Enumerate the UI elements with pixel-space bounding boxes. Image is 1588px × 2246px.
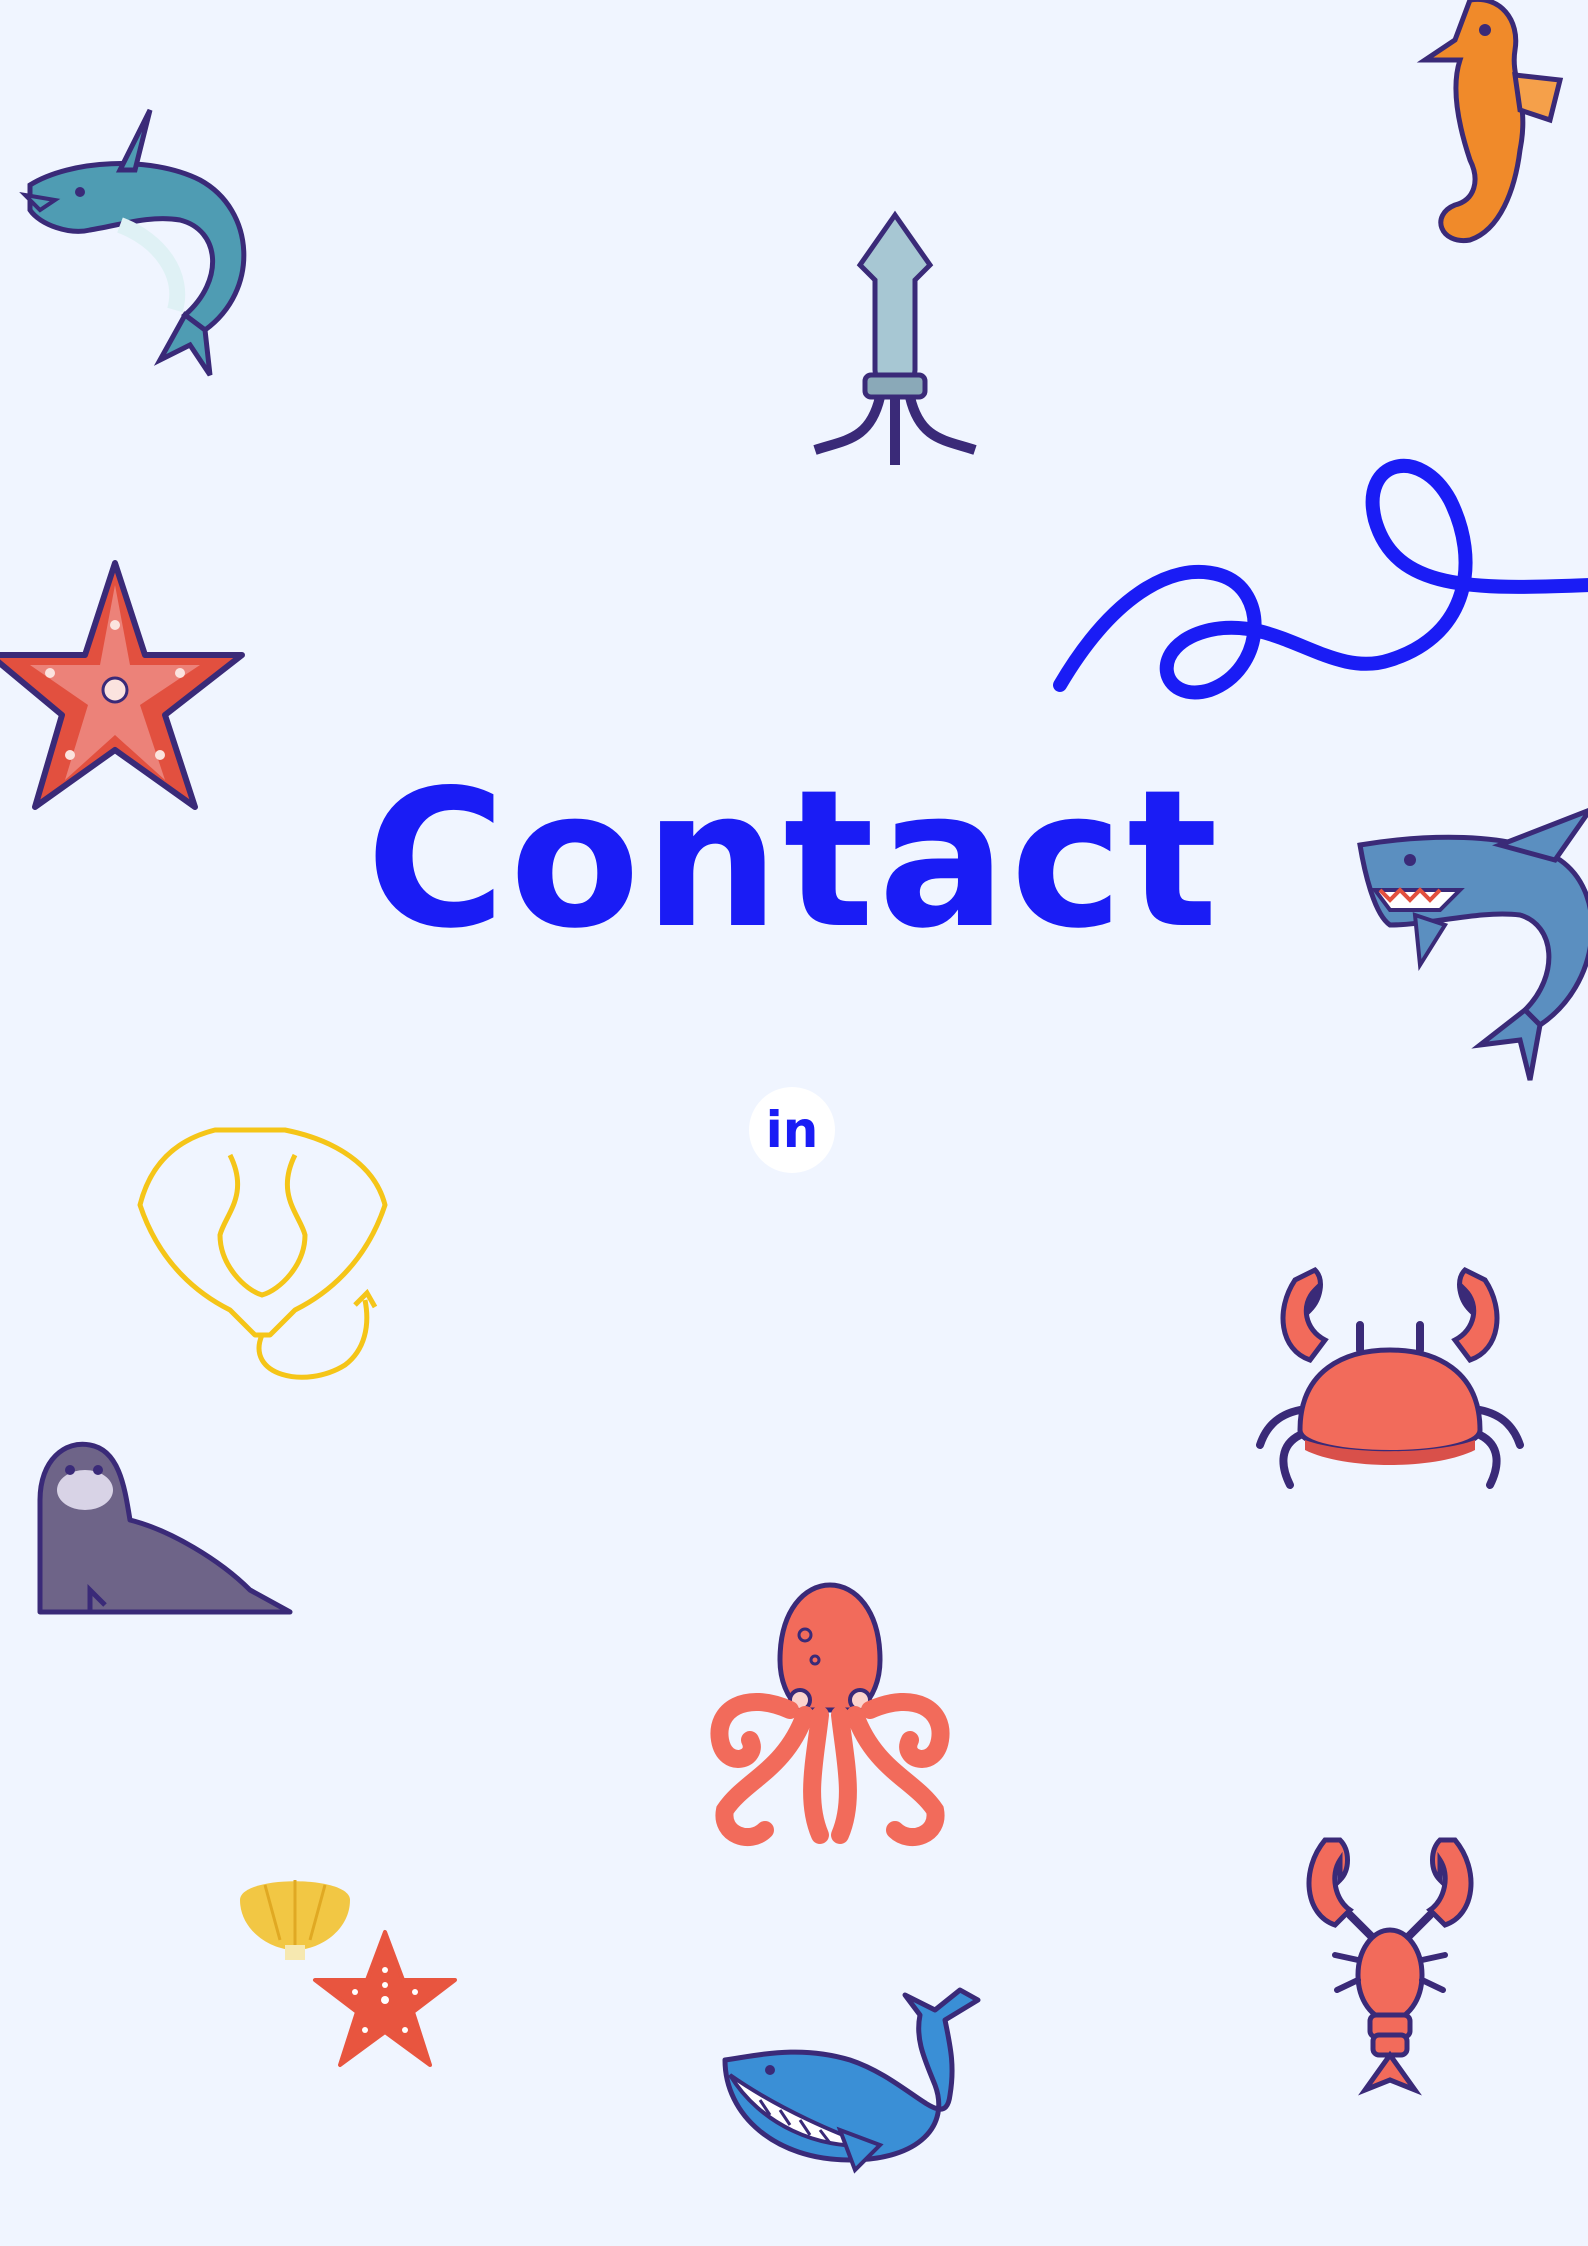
squiggle-line	[1053, 458, 1588, 700]
seal-icon	[37, 1441, 293, 1615]
seahorse-icon	[1416, 0, 1564, 244]
small-starfish-icon	[313, 1930, 457, 2067]
linkedin-icon: in	[765, 1101, 819, 1159]
linkedin-button[interactable]: in	[749, 1087, 835, 1173]
stingray-icon	[137, 1127, 388, 1380]
dolphin-icon	[19, 108, 247, 377]
lobster-icon	[1306, 1837, 1474, 2096]
squid-icon	[813, 210, 977, 465]
contact-page: Contact in	[0, 0, 1588, 2246]
page-title: Contact	[366, 749, 1222, 970]
crab-icon	[1256, 1266, 1524, 1489]
whale-icon	[722, 1987, 981, 2174]
octopus-icon	[710, 1582, 950, 1846]
